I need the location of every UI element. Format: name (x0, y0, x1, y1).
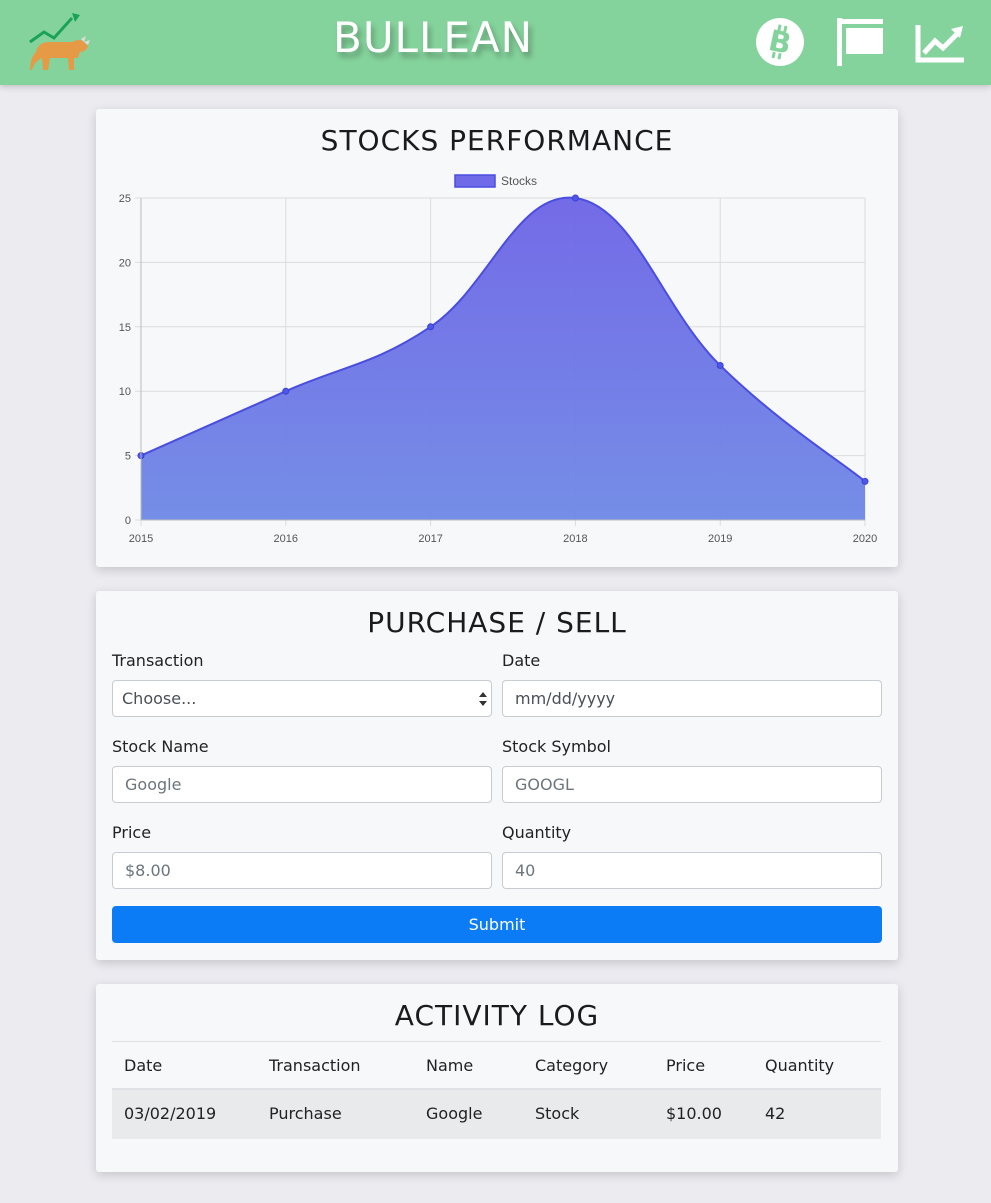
x-tick-label: 2015 (129, 533, 153, 545)
flag-icon[interactable] (834, 17, 884, 67)
cell-price: $10.00 (666, 1104, 722, 1123)
brand-title[interactable]: BULLEAN (333, 13, 533, 62)
transaction-label: Transaction (112, 651, 204, 670)
column-header-name[interactable]: Name (426, 1042, 473, 1089)
navbar: BULLEAN B (0, 0, 991, 85)
column-header-price[interactable]: Price (666, 1042, 705, 1089)
column-header-date[interactable]: Date (124, 1042, 162, 1089)
cell-quantity: 42 (765, 1104, 786, 1123)
quantity-input[interactable]: 40 (502, 852, 882, 889)
x-tick-label: 2016 (274, 533, 298, 545)
stock-symbol-input[interactable]: GOOGL (502, 766, 882, 803)
purchase-sell-card: PURCHASE / SELL Transaction Choose... Da… (96, 591, 898, 960)
cell-transaction: Purchase (269, 1104, 342, 1123)
date-input[interactable]: mm/dd/yyyy (502, 680, 882, 717)
legend-label: Stocks (501, 174, 537, 188)
bull-chart-logo-icon[interactable] (28, 12, 92, 74)
x-tick-label: 2017 (418, 533, 442, 545)
form-title: PURCHASE / SELL (367, 606, 627, 639)
activity-log-table: Date Transaction Name Category Price Qua… (112, 1041, 881, 1139)
legend-swatch (454, 174, 496, 188)
activity-log-title: ACTIVITY LOG (394, 999, 600, 1032)
y-tick-label: 20 (119, 257, 131, 269)
column-header-category[interactable]: Category (535, 1042, 608, 1089)
activity-log-card: ACTIVITY LOG Date Transaction Name Categ… (96, 984, 898, 1172)
table-header-row: Date Transaction Name Category Price Qua… (112, 1041, 881, 1090)
data-point (571, 194, 579, 202)
data-point (716, 361, 724, 369)
transaction-select[interactable]: Choose... (112, 680, 492, 717)
stock-name-input[interactable]: Google (112, 766, 492, 803)
y-tick-label: 10 (119, 386, 131, 398)
stocks-performance-card: STOCKS PERFORMANCE 0 5 10 15 20 25 2015 2016 201… (96, 109, 898, 567)
x-tick-label: 2019 (708, 533, 732, 545)
y-tick-label: 15 (119, 322, 131, 334)
stocks-chart: 0 5 10 15 20 25 2015 2016 2017 2018 2019 2020 Stocks (119, 174, 877, 545)
select-arrows-icon (479, 692, 487, 706)
price-input[interactable]: $8.00 (112, 852, 492, 889)
y-tick-label: 25 (119, 193, 131, 205)
data-point (427, 323, 435, 331)
submit-button[interactable]: Submit (112, 906, 882, 943)
y-tick-label: 0 (125, 515, 131, 527)
table-row[interactable]: 03/02/2019 Purchase Google Stock $10.00 … (112, 1090, 881, 1139)
price-label: Price (112, 823, 152, 842)
transaction-selected-value: Choose... (122, 689, 197, 708)
x-tick-label: 2018 (563, 533, 587, 545)
stock-name-label: Stock Name (112, 737, 209, 756)
data-point (282, 387, 290, 395)
column-header-quantity[interactable]: Quantity (765, 1042, 834, 1089)
quantity-label: Quantity (502, 823, 572, 842)
data-point (861, 477, 869, 485)
cell-name: Google (426, 1104, 483, 1123)
column-header-transaction[interactable]: Transaction (269, 1042, 361, 1089)
y-tick-label: 5 (125, 451, 131, 463)
cell-date: 03/02/2019 (124, 1104, 217, 1123)
date-label: Date (502, 651, 541, 670)
x-tick-label: 2020 (853, 533, 877, 545)
cell-category: Stock (535, 1104, 580, 1123)
bitcoin-icon[interactable]: B (755, 17, 805, 67)
stock-symbol-label: Stock Symbol (502, 737, 611, 756)
trending-up-icon[interactable] (915, 17, 965, 67)
